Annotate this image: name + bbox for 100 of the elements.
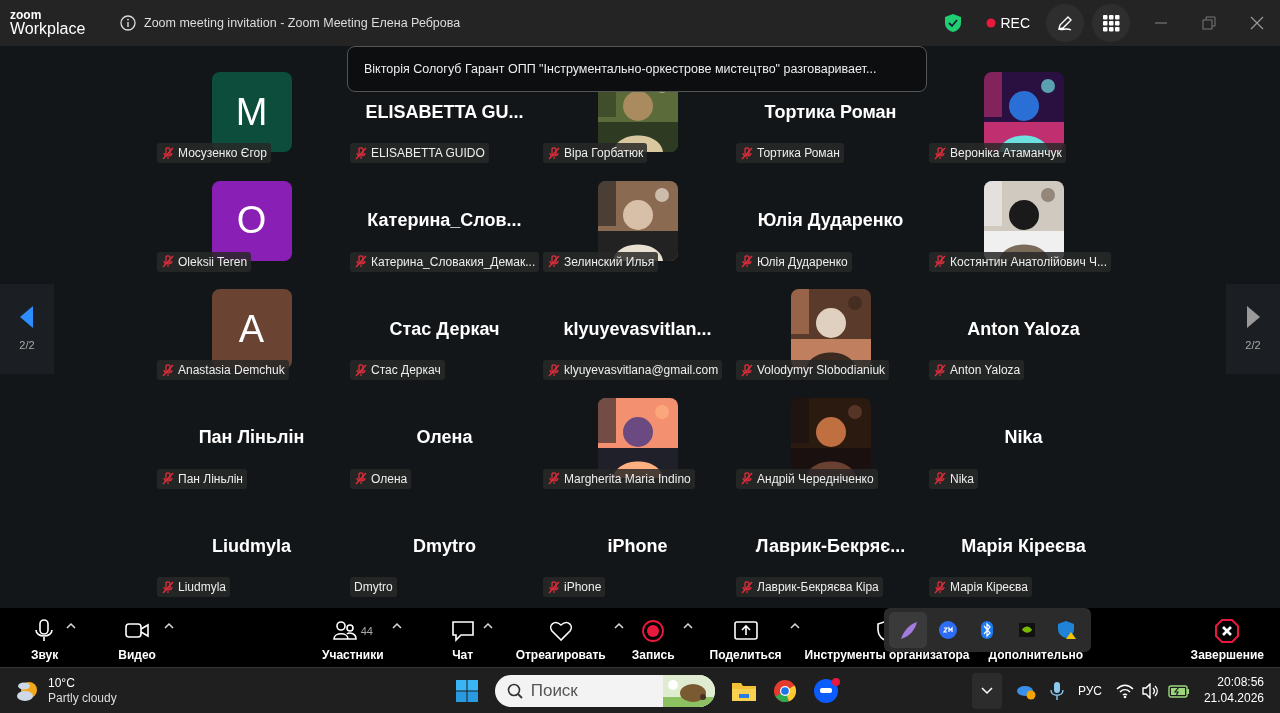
chrome-icon[interactable] [772,678,797,703]
participant-label: iPhone [564,579,602,596]
video-button[interactable]: Видео [118,616,156,664]
show-hidden-icons-button[interactable] [971,672,1002,709]
notification-banner: Вікторія Сологуб Гарант ОПП "Інструментально-оркестрове мистецтво" разговаривает... [347,46,927,92]
record-icon [641,619,666,643]
previous-page-button[interactable]: 2/2 [0,284,54,374]
participant-name: iPhone [607,534,668,558]
participant-label: Марія Кіреєва [950,579,1029,596]
avatar-initial: A [238,306,265,352]
participant-label: klyuyevasvitlana@gmail.com [564,362,719,379]
share-button[interactable]: Поделиться [709,616,782,664]
weather-widget[interactable]: 10°C Partly cloudy [16,676,117,705]
participant-label: Вероніка Атаманчук [950,145,1062,162]
close-icon[interactable] [1250,16,1264,30]
participant-label: Юлія Дударенко [757,253,848,271]
record-dot-icon [986,18,997,28]
arrow-left-icon [19,304,35,329]
participant-name: Юлія Дударенко [757,209,904,232]
caret-icon[interactable] [163,622,174,630]
caret-icon[interactable] [482,622,493,630]
participant-name: Nika [1004,426,1043,449]
app-logo-text: zoom [10,9,43,21]
page-number: 2/2 [1245,337,1261,353]
caret-icon[interactable] [789,622,800,630]
clock-time: 20:08:56 [1216,674,1264,691]
audio-button[interactable]: Звук [31,616,59,664]
react-button[interactable]: Отреагировать [515,616,606,664]
page-number: 2/2 [19,337,35,353]
participant-count: 44 [360,623,373,639]
input-language[interactable]: РУС [1077,681,1102,700]
participant-name: ELISABETTA GU... [365,100,524,124]
info-icon[interactable] [120,15,136,31]
participant-name: Марія Кіреєва [961,534,1086,558]
caret-icon[interactable] [682,622,693,630]
participant-name: Dmytro [413,534,476,558]
participant-label: Oleksii Teren [178,253,248,271]
participant-label: Мосузенко Єгор [178,145,267,162]
nvidia-icon [1017,620,1038,640]
avatar-initial: O [236,198,267,243]
participant-label: Anton Yaloza [950,362,1021,379]
participant-label: Margherita Maria Indino [564,470,691,488]
share-screen-icon [733,619,758,643]
search-icon [506,682,523,699]
participant-name: Лаврик-Бекряє... [755,534,906,558]
pencil-icon [1056,14,1074,32]
microphone-icon[interactable] [1049,680,1064,701]
participant-name: klyuyevasvitlan... [563,317,712,341]
participant-name: Тортика Роман [764,100,897,124]
more-button[interactable]: Дополнительно [988,616,1084,664]
apps-button[interactable] [1092,4,1130,42]
shield-check-icon[interactable] [944,13,963,33]
zoom-app-icon [937,620,958,640]
avatar-initial: M [235,89,268,135]
security-warning-icon [1057,620,1078,640]
participant-name: Пан Ліньлін [198,426,305,449]
participant-label: Nika [950,470,974,488]
participant-label: Костянтин Анатолійович Ч... [950,253,1107,271]
participant-name: Катерина_Слов... [367,209,522,232]
window-title: Zoom meeting invitation - Zoom Meeting Елена Реброва [144,14,462,32]
participant-label: Стас Деркач [371,362,441,379]
participants-button[interactable]: 44 Участники [321,616,384,664]
chat-button[interactable]: Чат [450,616,475,664]
tray-item[interactable] [888,612,927,648]
participant-name: Anton Yaloza [967,317,1080,341]
participant-label: Dmytro [354,579,393,596]
temperature: 10°C [48,676,76,691]
weather-condition: Partly cloudy [48,690,117,705]
record-button[interactable]: Запись [631,616,675,664]
participant-label: Зелинский Илья [564,253,655,271]
annotate-button[interactable] [1046,4,1084,42]
app-name: Workplace [10,21,87,37]
caret-icon[interactable] [66,622,77,630]
arrow-right-icon [1245,304,1261,329]
battery-charging-icon[interactable] [1167,683,1190,698]
participant-label: Лаврик-Бекряєва Кіра [757,579,879,596]
heart-icon [548,619,573,643]
caret-icon[interactable] [613,622,624,630]
participant-label: Андрій Чередніченко [757,470,874,488]
people-icon [332,619,357,643]
chevron-down-icon [980,686,993,695]
participant-label: Пан Ліньлін [178,470,243,488]
participant-label: Liudmyla [178,579,227,596]
windows-icon[interactable] [454,678,479,703]
wifi-icon[interactable] [1115,682,1134,699]
end-meeting-button[interactable]: Завершение [1190,616,1264,664]
chat-bubble-icon [450,619,475,643]
speaker-icon[interactable] [1141,682,1160,699]
search-input[interactable]: Поиск [530,677,621,704]
video-app-icon[interactable] [812,676,841,705]
recording-indicator: REC [1000,13,1030,33]
close-icon [1215,619,1240,643]
search-field[interactable]: Поиск [494,674,715,707]
participant-label: Volodymyr Slobodianiuk [757,362,886,379]
caret-icon[interactable] [391,622,402,630]
next-page-button[interactable]: 2/2 [1226,284,1280,374]
restore-icon[interactable] [1202,16,1216,30]
grid-icon [1102,14,1120,32]
participant-label: Олена [371,470,408,488]
participant-label: Anastasia Demchuk [178,362,285,379]
